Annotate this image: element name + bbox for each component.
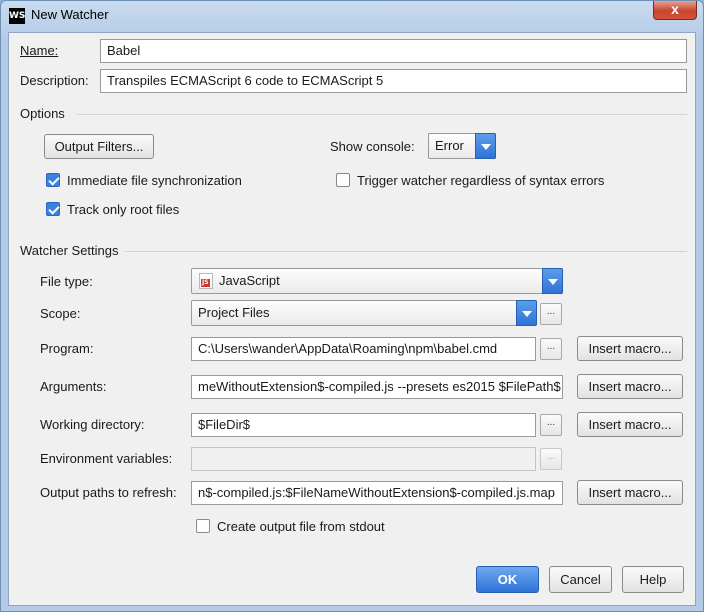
close-button[interactable]: x — [653, 1, 697, 20]
working-directory-insert-macro-button[interactable]: Insert macro... — [577, 412, 683, 437]
track-root-checkbox[interactable] — [46, 202, 60, 216]
create-output-label: Create output file from stdout — [217, 519, 385, 534]
show-console-select[interactable]: Error — [428, 133, 496, 159]
program-label: Program: — [40, 341, 94, 356]
scope-select[interactable]: Project Files — [191, 300, 537, 326]
show-console-value: Error — [435, 138, 464, 153]
new-watcher-dialog: WS New Watcher x Name: Babel Description… — [0, 0, 704, 612]
options-section-label: Options — [20, 106, 65, 121]
working-directory-input[interactable]: $FileDir$ — [191, 413, 536, 437]
environment-variables-input[interactable] — [191, 447, 536, 471]
scope-label: Scope: — [40, 306, 81, 321]
file-type-select[interactable]: JavaScript — [191, 268, 563, 294]
file-type-value: JavaScript — [219, 273, 280, 288]
name-label: Name: — [20, 43, 59, 58]
description-label: Description: — [20, 73, 89, 88]
working-directory-browse-button[interactable]: ... — [540, 414, 562, 436]
description-input[interactable]: Transpiles ECMAScript 6 code to ECMAScri… — [100, 69, 687, 93]
scope-browse-button[interactable]: ... — [540, 303, 562, 325]
watcher-settings-separator — [125, 251, 687, 252]
chevron-down-icon[interactable] — [542, 268, 563, 294]
title-bar[interactable]: WS New Watcher x — [1, 1, 703, 31]
javascript-file-icon — [199, 273, 213, 289]
environment-variables-browse-button[interactable]: ... — [540, 448, 562, 470]
arguments-input[interactable]: meWithoutExtension$-compiled.js --preset… — [191, 375, 563, 399]
file-type-label: File type: — [40, 274, 93, 289]
output-paths-label: Output paths to refresh: — [40, 485, 177, 500]
program-insert-macro-button[interactable]: Insert macro... — [577, 336, 683, 361]
environment-variables-label: Environment variables: — [40, 451, 173, 466]
output-paths-insert-macro-button[interactable]: Insert macro... — [577, 480, 683, 505]
name-input[interactable]: Babel — [100, 39, 687, 63]
immediate-sync-checkbox[interactable] — [46, 173, 60, 187]
chevron-down-icon[interactable] — [516, 300, 537, 326]
create-output-checkbox[interactable] — [196, 519, 210, 533]
program-browse-button[interactable]: ... — [540, 338, 562, 360]
output-paths-input[interactable]: n$-compiled.js:$FileNameWithoutExtension… — [191, 481, 563, 505]
chevron-down-icon[interactable] — [475, 133, 496, 159]
show-console-label: Show console: — [330, 139, 415, 154]
options-separator — [77, 114, 687, 115]
trigger-regardless-checkbox[interactable] — [336, 173, 350, 187]
program-input[interactable]: C:\Users\wander\AppData\Roaming\npm\babe… — [191, 337, 536, 361]
ok-button[interactable]: OK — [476, 566, 539, 593]
scope-value: Project Files — [198, 305, 270, 320]
output-filters-button[interactable]: Output Filters... — [44, 134, 154, 159]
cancel-button[interactable]: Cancel — [549, 566, 612, 593]
immediate-sync-label: Immediate file synchronization — [67, 173, 242, 188]
trigger-regardless-label: Trigger watcher regardless of syntax err… — [357, 173, 605, 188]
arguments-insert-macro-button[interactable]: Insert macro... — [577, 374, 683, 399]
arguments-label: Arguments: — [40, 379, 107, 394]
window-title: New Watcher — [31, 7, 109, 22]
dialog-content: Name: Babel Description: Transpiles ECMA… — [8, 32, 696, 606]
help-button[interactable]: Help — [622, 566, 684, 593]
watcher-settings-section-label: Watcher Settings — [20, 243, 119, 258]
webstorm-app-icon: WS — [9, 8, 25, 24]
working-directory-label: Working directory: — [40, 417, 145, 432]
track-root-label: Track only root files — [67, 202, 180, 217]
